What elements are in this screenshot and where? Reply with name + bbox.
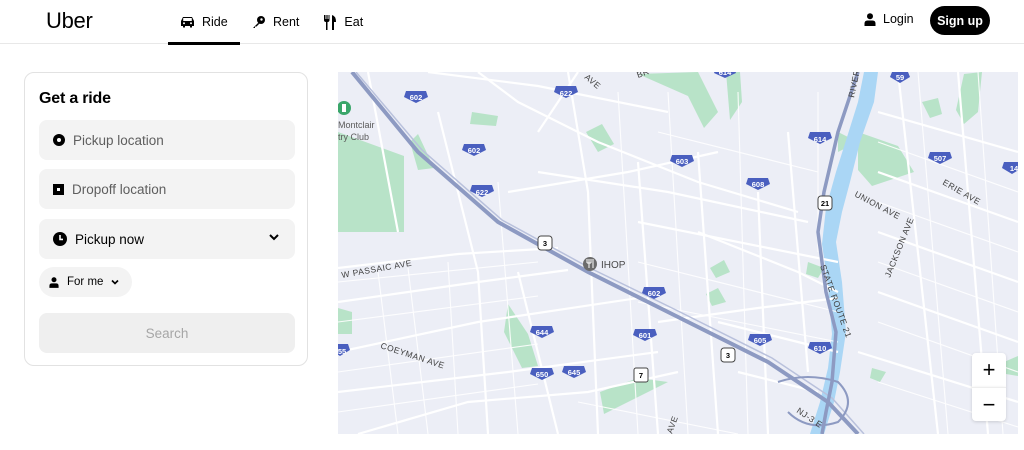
clock-icon [53, 232, 67, 246]
svg-text:14: 14 [1010, 164, 1018, 173]
svg-text:605: 605 [754, 336, 767, 345]
search-button[interactable]: Search [39, 313, 295, 353]
svg-text:55: 55 [338, 347, 346, 356]
person-icon [864, 12, 876, 26]
ride-request-panel: Get a ride Pickup location Dropoff locat… [24, 72, 308, 366]
svg-text:622: 622 [476, 188, 489, 197]
zoom-out-button[interactable]: − [972, 387, 1006, 421]
svg-text:7: 7 [639, 371, 643, 380]
shield-3-b: 3 [720, 347, 736, 363]
svg-text:507: 507 [934, 154, 947, 163]
shield-7: 7 [633, 367, 649, 383]
rider-select[interactable]: For me [39, 267, 132, 297]
login-label: Login [883, 12, 914, 26]
svg-text:602: 602 [410, 93, 423, 102]
person-icon [49, 276, 59, 288]
panel-title: Get a ride [39, 90, 111, 107]
rider-value: For me [67, 276, 104, 288]
tab-ride-label: Ride [202, 15, 228, 29]
tab-rent-label: Rent [273, 15, 300, 29]
shield-21: 21 [817, 195, 833, 211]
tab-eat[interactable]: Eat [311, 0, 375, 44]
ihop-marker[interactable]: IHOP [583, 257, 626, 271]
key-icon [253, 16, 265, 28]
dropoff-input[interactable]: Dropoff location [39, 169, 295, 209]
svg-text:614: 614 [814, 135, 827, 144]
pickup-time-select[interactable]: Pickup now [39, 219, 295, 259]
pickup-dot-icon [53, 134, 65, 146]
svg-text:602: 602 [468, 146, 481, 155]
zoom-in-button[interactable]: + [972, 353, 1006, 387]
signup-button[interactable]: Sign up [930, 6, 990, 35]
chevron-down-icon [111, 279, 120, 285]
svg-text:21: 21 [821, 199, 829, 208]
pickup-placeholder: Pickup location [73, 132, 164, 148]
svg-text:59: 59 [896, 73, 904, 82]
tab-rent[interactable]: Rent [240, 0, 311, 44]
map-view[interactable]: 602 622 602 622 603 608 614 507 59 602 6… [338, 72, 1018, 434]
svg-text:645: 645 [568, 368, 581, 377]
club-label-2: try Club [338, 132, 369, 142]
club-label-1: Montclair [338, 120, 375, 130]
svg-text:602: 602 [648, 289, 661, 298]
map-canvas[interactable]: 602 622 602 622 603 608 614 507 59 602 6… [338, 72, 1018, 434]
svg-text:644: 644 [536, 328, 549, 337]
svg-text:614: 614 [719, 72, 732, 77]
svg-text:610: 610 [814, 344, 827, 353]
pickup-time-value: Pickup now [75, 231, 145, 247]
svg-text:650: 650 [536, 370, 549, 379]
dropoff-square-icon [53, 183, 64, 195]
car-icon [181, 17, 194, 28]
ihop-label: IHOP [601, 260, 626, 271]
svg-text:608: 608 [752, 180, 765, 189]
svg-text:3: 3 [543, 239, 547, 248]
svg-text:622: 622 [560, 89, 573, 98]
fork-knife-icon [324, 14, 337, 30]
shield-3: 3 [537, 235, 553, 251]
login-link[interactable]: Login [864, 12, 914, 26]
dropoff-placeholder: Dropoff location [72, 181, 167, 197]
svg-text:3: 3 [726, 351, 730, 360]
top-nav-bar: Uber Ride Rent Eat Login Sign up [0, 0, 1024, 45]
uber-logo[interactable]: Uber [46, 8, 93, 34]
main-nav: Ride Rent Eat [168, 0, 375, 45]
tab-eat-label: Eat [344, 15, 364, 29]
svg-text:603: 603 [676, 157, 689, 166]
tab-ride[interactable]: Ride [168, 0, 240, 45]
chevron-down-icon [269, 234, 279, 241]
pickup-input[interactable]: Pickup location [39, 120, 295, 160]
svg-text:601: 601 [639, 331, 652, 340]
